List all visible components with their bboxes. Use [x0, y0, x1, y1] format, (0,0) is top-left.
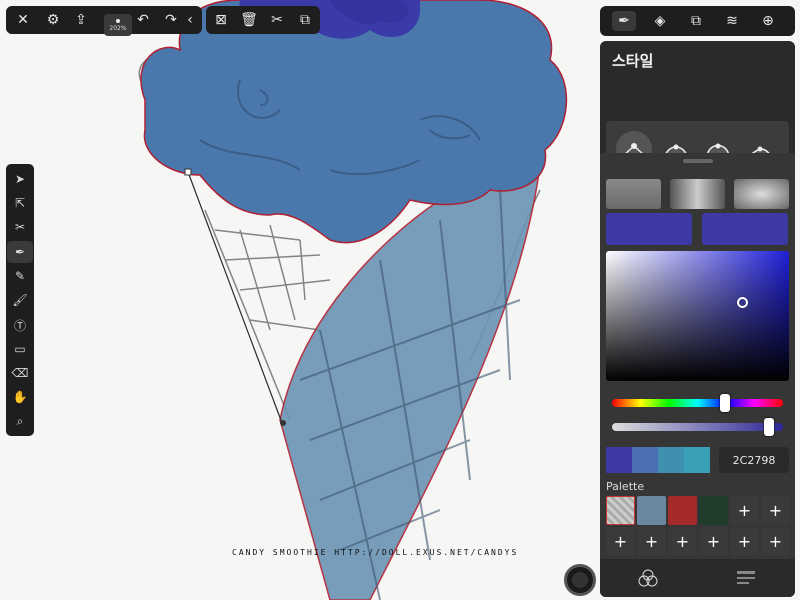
panel-bottom-tabs	[600, 559, 795, 597]
add-tab[interactable]: ⊕	[756, 11, 780, 31]
palette-add-button[interactable]: +	[637, 527, 666, 556]
palette-swatch-4[interactable]	[699, 496, 728, 525]
shape-tab[interactable]: ◈	[648, 11, 672, 31]
palette-add-button[interactable]: +	[730, 527, 759, 556]
palette-swatch-1[interactable]	[606, 496, 635, 525]
copy-icon[interactable]: ⧉	[294, 10, 316, 30]
layers-tab[interactable]: ≋	[720, 11, 744, 31]
palette-add-button[interactable]: +	[606, 527, 635, 556]
recent-color-4[interactable]	[684, 447, 710, 473]
layers-copy-tab[interactable]: ⧉	[684, 11, 708, 31]
palette-label: Palette	[606, 480, 645, 493]
palette-swatch-2[interactable]	[637, 496, 666, 525]
select-icon[interactable]: ➤	[7, 168, 33, 190]
fill-radial-swatch[interactable]	[734, 179, 789, 209]
watermark-text: CANDY SMOOTHIE HTTP://DOLL.EXUS.NET/CAND…	[232, 548, 519, 557]
color-picker-cursor[interactable]	[737, 297, 748, 308]
hue-slider-knob[interactable]	[719, 394, 730, 412]
hue-slider[interactable]	[612, 399, 783, 407]
style-panel: 스타일 2C2798 Palette + + + + + + + +	[600, 41, 795, 597]
hand-icon[interactable]: ✋	[7, 386, 33, 408]
palette-add-button[interactable]: +	[730, 496, 759, 525]
recent-color-3[interactable]	[658, 447, 684, 473]
alpha-slider-knob[interactable]	[764, 418, 775, 436]
color-picker-square[interactable]	[606, 251, 789, 381]
fill-linear-swatch[interactable]	[670, 179, 725, 209]
eraser-icon[interactable]: ⌫	[7, 362, 33, 384]
color-mode-icon[interactable]	[636, 567, 660, 589]
pencil-icon[interactable]: ✎	[7, 265, 33, 287]
undo-icon[interactable]: ↶	[132, 10, 154, 30]
quick-action-button[interactable]	[564, 564, 596, 596]
palette-add-button[interactable]: +	[668, 527, 697, 556]
collapse-icon[interactable]: ‹	[182, 10, 198, 30]
pen-icon[interactable]: ✒	[7, 241, 33, 263]
pen-style-tab[interactable]: ✒	[612, 11, 636, 31]
top-toolbar: ✕ ⚙ ⇪ 202% ↶ ↷ ‹	[6, 6, 202, 36]
settings-icon[interactable]: ⚙	[42, 10, 64, 30]
left-toolbar: ➤ ⇱ ✂ ✒ ✎ 🖌 Ⓣ ▭ ⌫ ✋ ⌕	[6, 164, 34, 436]
redo-icon[interactable]: ↷	[160, 10, 182, 30]
alpha-slider[interactable]	[612, 423, 783, 431]
fill-solid-swatch[interactable]	[606, 179, 661, 209]
palette-add-button[interactable]: +	[761, 496, 790, 525]
share-icon[interactable]: ⇪	[70, 10, 92, 30]
fill-color-swatch[interactable]	[702, 213, 788, 245]
color-section: 2C2798 Palette + + + + + + + +	[600, 153, 795, 597]
palette-add-button[interactable]: +	[761, 527, 790, 556]
scissors-icon[interactable]: ✂	[7, 216, 33, 238]
zoom-label: 202%	[109, 24, 127, 32]
hex-input[interactable]: 2C2798	[719, 447, 789, 473]
delete-icon[interactable]: 🗑	[238, 10, 260, 30]
brush-icon[interactable]: 🖌	[7, 289, 33, 311]
text-icon[interactable]: Ⓣ	[7, 314, 33, 336]
deselect-icon[interactable]: ⊠	[210, 10, 232, 30]
close-icon[interactable]: ✕	[12, 10, 34, 30]
cut-icon[interactable]: ✂	[266, 10, 288, 30]
panel-tab-bar: ✒ ◈ ⧉ ≋ ⊕	[600, 6, 795, 36]
node-select-icon[interactable]: ⇱	[7, 192, 33, 214]
palette-add-button[interactable]: +	[699, 527, 728, 556]
drag-handle[interactable]	[683, 159, 713, 163]
recent-color-1[interactable]	[606, 447, 632, 473]
recent-color-2[interactable]	[632, 447, 658, 473]
panel-title: 스타일	[612, 52, 654, 70]
edit-toolbar: ⊠ 🗑 ✂ ⧉	[206, 6, 320, 34]
stroke-color-swatch[interactable]	[606, 213, 692, 245]
palette-swatch-3[interactable]	[668, 496, 697, 525]
zoom-indicator[interactable]: 202%	[104, 14, 132, 36]
stroke-settings-icon[interactable]	[734, 567, 758, 589]
rectangle-icon[interactable]: ▭	[7, 338, 33, 360]
zoom-icon[interactable]: ⌕	[7, 410, 33, 432]
